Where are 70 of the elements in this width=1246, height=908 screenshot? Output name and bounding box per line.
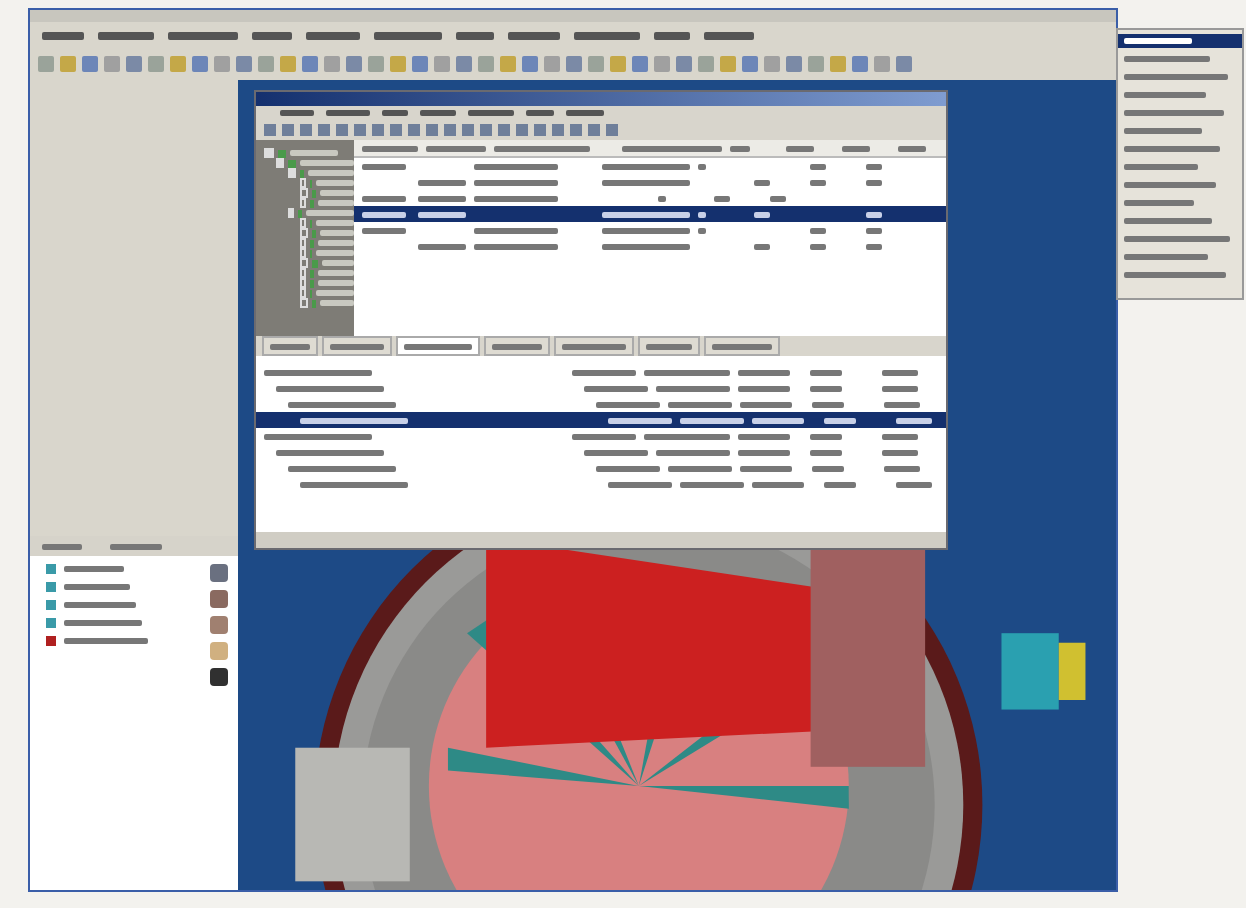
tab[interactable] — [484, 336, 550, 357]
blurred-menu-text-drawing[interactable] — [326, 110, 370, 117]
tab[interactable] — [554, 336, 634, 357]
blurred-header-text-drawing — [730, 145, 750, 152]
blurred-menu-text-drawing[interactable] — [306, 31, 360, 39]
expander-icon[interactable] — [288, 168, 296, 179]
blurred-menu-text-drawing[interactable] — [704, 31, 754, 39]
expander-icon[interactable] — [300, 248, 307, 259]
tab[interactable] — [638, 336, 700, 357]
blurred-text-drawing[interactable] — [316, 290, 354, 297]
table-row[interactable] — [354, 206, 946, 223]
blurred-header-text-drawing — [362, 145, 418, 152]
blurred-menu-text-drawing[interactable] — [566, 110, 604, 117]
expander-icon[interactable] — [300, 218, 306, 229]
blurred-menu-text-drawing[interactable] — [382, 110, 408, 117]
blurred-menu-text-drawing[interactable] — [574, 31, 640, 39]
tab[interactable] — [396, 336, 480, 357]
expander-icon[interactable] — [300, 278, 307, 289]
blurred-text-drawing[interactable] — [306, 210, 354, 217]
blurred-text-drawing[interactable] — [316, 250, 354, 257]
blurred-header-text-drawing — [494, 145, 590, 152]
expander-icon[interactable] — [276, 158, 285, 169]
blurred-menu-text-drawing[interactable] — [654, 31, 690, 39]
blurred-text-drawing — [42, 543, 82, 549]
expander-icon[interactable] — [300, 238, 307, 249]
blurred-text-drawing[interactable] — [317, 240, 354, 247]
blurred-text-drawing[interactable] — [318, 200, 354, 207]
palette-item[interactable] — [1118, 34, 1242, 48]
blurred-menu-text-drawing[interactable] — [280, 110, 314, 117]
expander-icon[interactable] — [300, 198, 307, 209]
blurred-menu-text-drawing[interactable] — [374, 31, 442, 39]
blurred-text-drawing[interactable] — [320, 190, 354, 197]
blurred-text-drawing[interactable] — [321, 260, 354, 267]
blurred-menu-text-drawing[interactable] — [508, 31, 560, 39]
expander-icon[interactable] — [300, 178, 306, 189]
blurred-text-drawing — [110, 543, 162, 549]
expander-icon[interactable] — [288, 208, 295, 219]
tab[interactable] — [704, 336, 780, 357]
blurred-header-text-drawing — [786, 145, 814, 152]
blurred-text-drawing[interactable] — [299, 160, 354, 167]
blurred-header-text-drawing — [426, 145, 486, 152]
blurred-header-text-drawing — [622, 145, 722, 152]
blurred-header-text-drawing — [842, 145, 870, 152]
blurred-text-drawing[interactable] — [307, 170, 354, 177]
blurred-menu-text-drawing[interactable] — [526, 110, 554, 117]
blurred-text-drawing[interactable] — [290, 150, 338, 157]
blurred-menu-text-drawing[interactable] — [98, 31, 154, 39]
blurred-text-drawing[interactable] — [319, 230, 354, 237]
expander-icon[interactable] — [300, 188, 308, 199]
expander-icon[interactable] — [300, 258, 308, 269]
expander-icon[interactable] — [300, 298, 308, 309]
blurred-header-text-drawing — [898, 145, 926, 152]
blurred-text-drawing[interactable] — [320, 300, 354, 307]
blurred-menu-text-drawing[interactable] — [420, 110, 456, 117]
expander-icon[interactable] — [300, 228, 308, 239]
blurred-menu-text-drawing[interactable] — [456, 31, 494, 39]
blurred-text-drawing[interactable] — [316, 180, 354, 187]
blurred-menu-text-drawing[interactable] — [252, 31, 292, 39]
table-row[interactable] — [256, 412, 946, 429]
tab[interactable] — [262, 336, 318, 357]
blurred-menu-text-drawing[interactable] — [168, 31, 238, 39]
expander-icon[interactable] — [300, 268, 307, 279]
blurred-menu-text-drawing[interactable] — [468, 110, 514, 117]
blurred-text-drawing[interactable] — [317, 280, 354, 287]
expander-icon[interactable] — [300, 288, 306, 299]
blurred-text-drawing[interactable] — [318, 270, 354, 277]
blurred-menu-text-drawing[interactable] — [42, 31, 84, 39]
tab[interactable] — [322, 336, 392, 357]
blurred-text-drawing[interactable] — [316, 220, 354, 227]
expander-icon[interactable] — [264, 148, 274, 159]
